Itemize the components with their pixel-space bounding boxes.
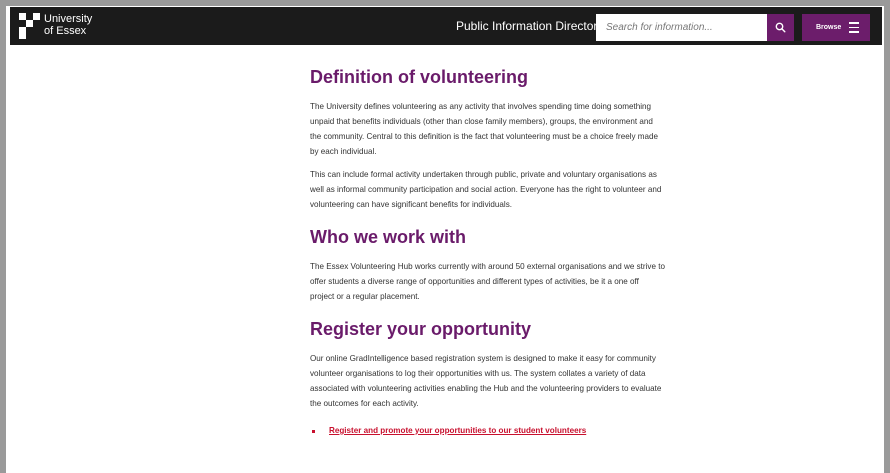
bullet-icon: [312, 429, 315, 433]
text-line: unpaid that benefits individuals (other …: [310, 117, 653, 126]
text-line: the community. Central to this definitio…: [310, 132, 659, 141]
definition-paragraph-1: The University defines volunteering as a…: [310, 99, 682, 159]
register-paragraph-1: Our online GradIntelligence based regist…: [310, 351, 682, 411]
text-line: The Essex Volunteering Hub works current…: [310, 262, 665, 271]
text-line: This can include formal activity underta…: [310, 170, 657, 179]
browse-button[interactable]: Browse: [802, 14, 870, 41]
who-paragraph-1: The Essex Volunteering Hub works current…: [310, 259, 682, 304]
search-icon: [775, 22, 786, 33]
text-line: Our online GradIntelligence based regist…: [310, 354, 656, 363]
text-line: by each individual.: [310, 147, 377, 156]
directory-title[interactable]: Public Information Directory: [456, 19, 603, 33]
university-logo-icon[interactable]: [19, 13, 41, 39]
logo-line-1: University: [44, 13, 93, 25]
text-line: volunteering can have significant benefi…: [310, 200, 513, 209]
text-line: associated with volunteering activities …: [310, 384, 662, 393]
text-line: The University defines volunteering as a…: [310, 102, 652, 111]
definition-paragraph-2: This can include formal activity underta…: [310, 167, 682, 212]
text-line: project or a regular placement.: [310, 292, 420, 301]
heading-who-we-work-with: Who we work with: [310, 227, 466, 247]
university-logo-text[interactable]: University of Essex: [44, 13, 92, 37]
browse-label: Browse: [816, 24, 842, 31]
text-line: volunteer organisations to log their opp…: [310, 369, 646, 378]
main-content: Definition of volunteering The Universit…: [310, 66, 682, 437]
search-button[interactable]: [767, 14, 794, 41]
list-item: Register and promote your opportunities …: [310, 425, 682, 437]
hamburger-menu-icon: [849, 22, 859, 33]
register-opportunities-link[interactable]: Register and promote your opportunities …: [329, 425, 586, 437]
logo-line-2: of Essex: [44, 25, 87, 37]
site-header: University of Essex Public Information D…: [10, 7, 882, 45]
search-input[interactable]: [596, 14, 768, 41]
text-line: the outcomes for each activity.: [310, 399, 419, 408]
heading-register-opportunity: Register your opportunity: [310, 319, 532, 339]
text-line: well as informal community participation…: [310, 185, 662, 194]
text-line: offer students a diverse range of opport…: [310, 277, 639, 286]
heading-definition: Definition of volunteering: [310, 67, 528, 87]
